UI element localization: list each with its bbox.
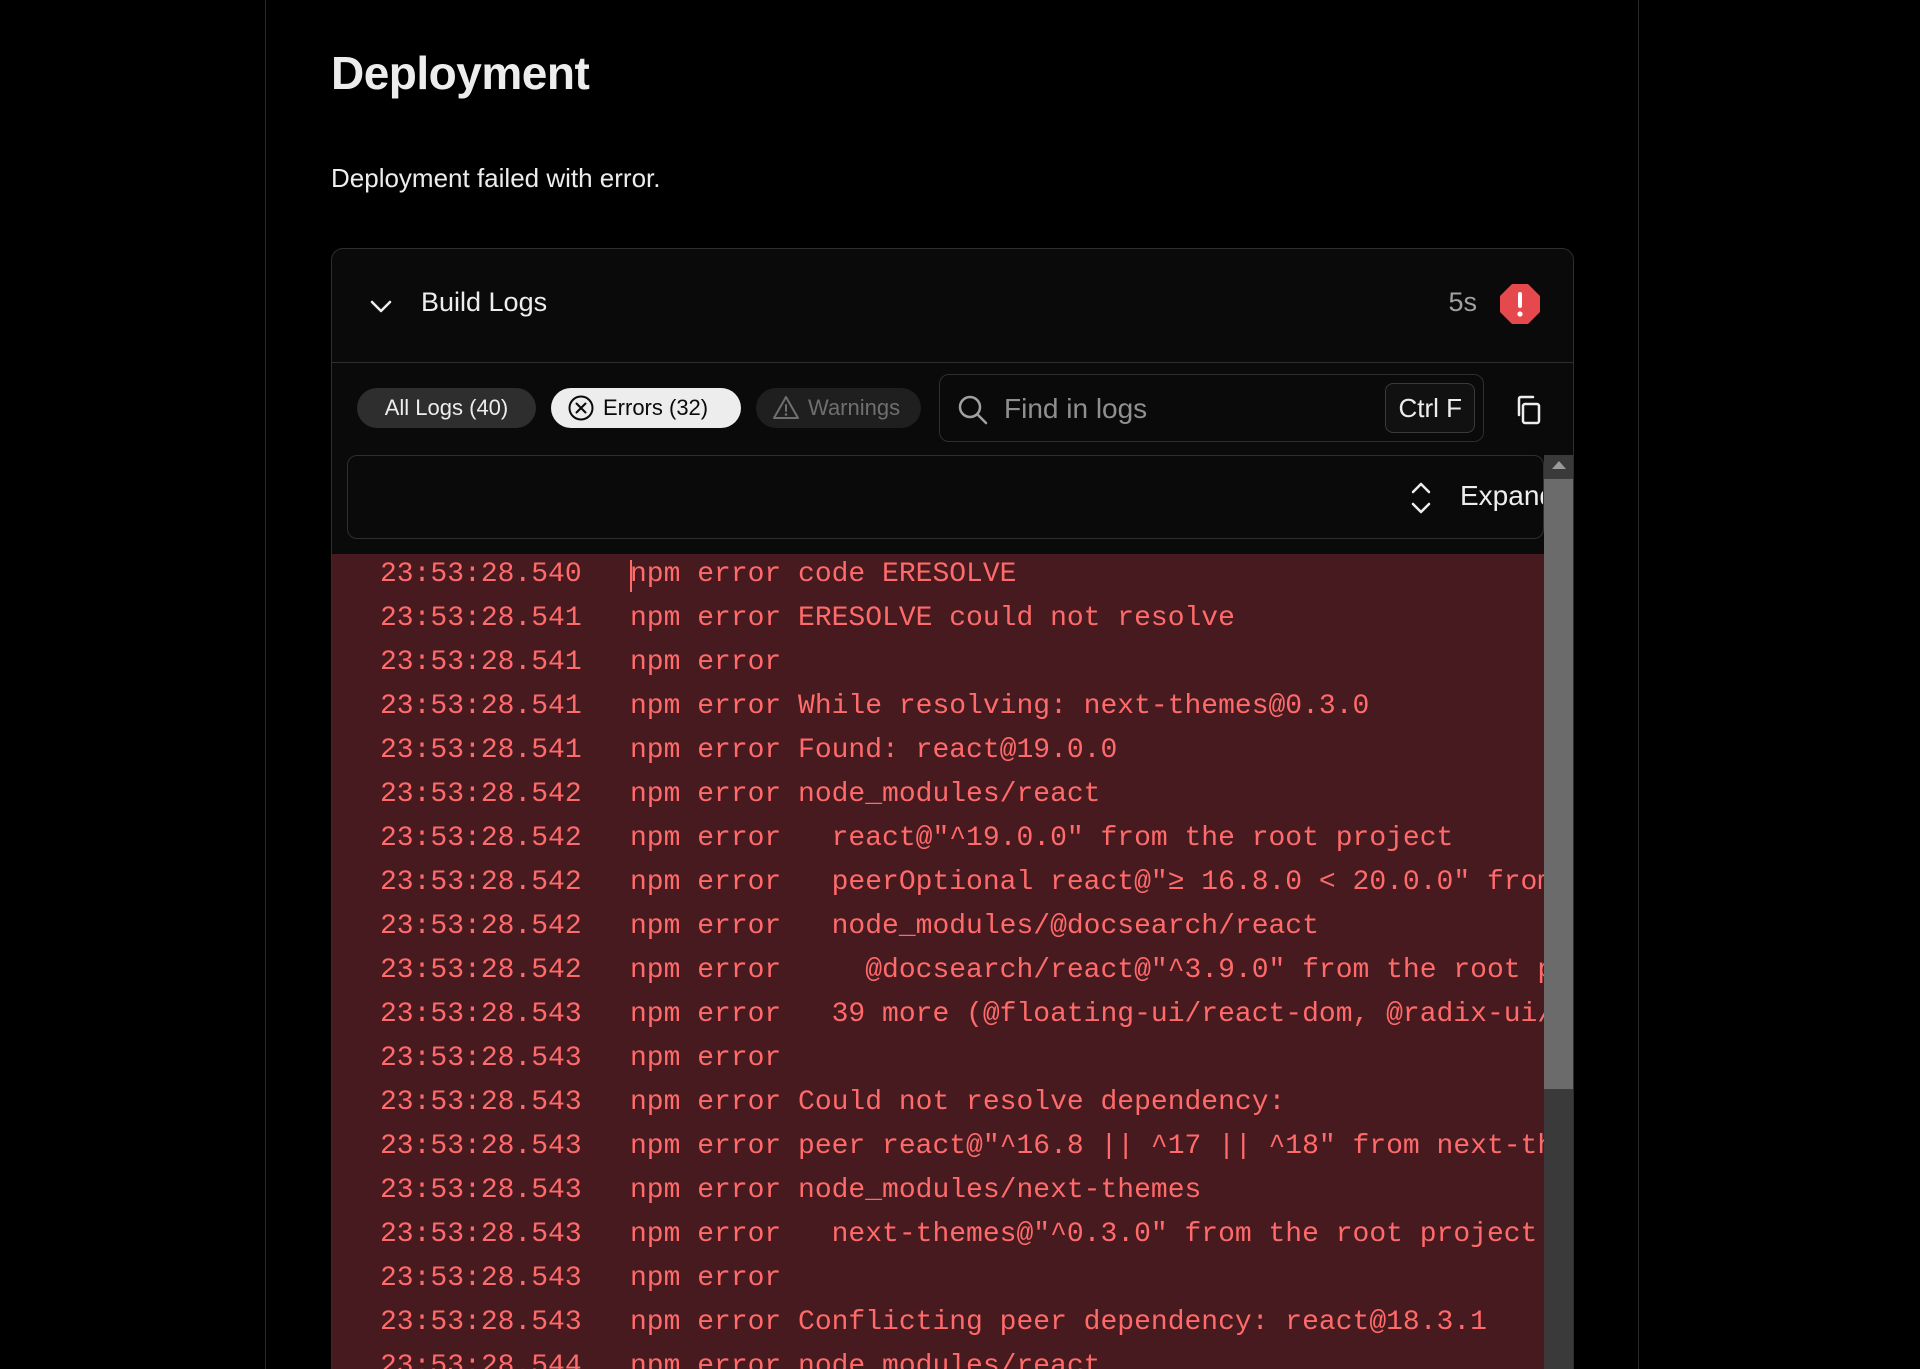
search-icon [958,395,988,425]
log-timestamp: 23:53:28.543 [380,1087,582,1118]
copy-icon[interactable] [1512,393,1546,427]
logs-toolbar: All Logs (40) Errors (32) Warnings Find … [332,363,1573,457]
log-output: 23:53:28.540 npm error code ERESOLVE 23:53… [332,554,1544,1369]
chevron-down-icon[interactable] [366,291,396,321]
scroll-up-arrow-icon[interactable] [1552,461,1566,469]
build-logs-header[interactable]: Build Logs 5s [332,249,1573,363]
log-row: 23:53:28.542 npm error peerOptional react… [332,862,1544,906]
log-scrollbar[interactable] [1544,455,1573,1369]
log-row: 23:53:28.542 npm error react@"^19.0.0" fr… [332,818,1544,862]
log-message: npm error code ERESOLVE [630,559,1017,590]
warning-triangle-icon [773,396,799,419]
filter-errors[interactable]: Errors (32) [551,388,741,428]
log-message: npm error Found: react@19.0.0 [630,735,1118,766]
log-timestamp: 23:53:28.543 [380,1307,582,1338]
log-row: 23:53:28.541 npm error Found: react@19.0.… [332,730,1544,774]
log-timestamp: 23:53:28.541 [380,691,582,722]
log-timestamp: 23:53:28.543 [380,1175,582,1206]
text-cursor [630,560,632,592]
log-message: npm error Conflicting peer dependency: r… [630,1307,1487,1338]
log-timestamp: 23:53:28.541 [380,647,582,678]
log-timestamp: 23:53:28.543 [380,1043,582,1074]
log-row: 23:53:28.541 npm error While resolving: n… [332,686,1544,730]
build-logs-panel: Build Logs 5s All Logs (40) Errors (32) [331,248,1574,1369]
log-message: npm error node_modules/react [630,1351,1101,1369]
log-timestamp: 23:53:28.541 [380,735,582,766]
log-message: npm error While resolving: next-themes@0… [630,691,1370,722]
search-shortcut-badge: Ctrl F [1385,383,1475,433]
log-message: npm error [630,647,782,678]
log-message: npm error 39 more (@floating-ui/react-do… [630,999,1544,1030]
scrollbar-thumb[interactable] [1544,479,1573,1089]
log-timestamp: 23:53:28.543 [380,1263,582,1294]
build-logs-title: Build Logs [421,287,548,317]
log-message: npm error peerOptional react@"≥ 16.8.0 <… [630,867,1544,898]
build-duration: 5s [1448,287,1477,317]
log-row: 23:53:28.544 npm error node_modules/react [332,1346,1544,1369]
log-timestamp: 23:53:28.542 [380,823,582,854]
circle-x-icon [568,395,594,421]
log-row: 23:53:28.541 npm error ERESOLVE could not… [332,598,1544,642]
deployment-status-text: Deployment failed with error. [331,163,661,193]
chevrons-up-down-icon [1411,482,1431,514]
log-row: 23:53:28.543 npm error next-themes@"^0.3.… [332,1214,1544,1258]
log-timestamp: 23:53:28.542 [380,911,582,942]
log-timestamp: 23:53:28.540 [380,559,582,590]
log-message: npm error ERESOLVE could not resolve [630,603,1235,634]
log-row: 23:53:28.542 npm error node_modules/react [332,774,1544,818]
log-message: npm error node_modules/react [630,779,1101,810]
log-timestamp: 23:53:28.543 [380,1219,582,1250]
expand-label: Expand [1460,480,1543,511]
search-input[interactable] [1004,389,1344,429]
log-message: npm error next-themes@"^0.3.0" from the … [630,1219,1538,1250]
filter-all-label: All Logs (40) [384,395,509,420]
log-message: npm error [630,1043,782,1074]
page-title: Deployment [331,47,590,99]
log-message: npm error peer react@"^16.8 || ^17 || ^1… [630,1131,1544,1162]
filter-warnings-label: Warnings [808,395,901,420]
log-message: npm error [630,1263,782,1294]
log-timestamp: 23:53:28.542 [380,779,582,810]
log-message: npm error node_modules/@docsearch/react [630,911,1319,942]
log-timestamp: 23:53:28.543 [380,999,582,1030]
log-message: npm error node_modules/next-themes [630,1175,1202,1206]
error-octagon-icon [1500,284,1540,324]
log-row: 23:53:28.543 npm error node_modules/next-… [332,1170,1544,1214]
filter-warnings[interactable]: Warnings [756,388,921,428]
log-row: 23:53:28.543 npm error Conflicting peer d… [332,1302,1544,1346]
log-row: 23:53:28.543 npm error Could not resolve … [332,1082,1544,1126]
log-message: npm error @docsearch/react@"^3.9.0" from… [630,955,1544,986]
log-row: 23:53:28.542 npm error @docsearch/react@"… [332,950,1544,994]
log-row: 23:53:28.543 npm error [332,1258,1544,1302]
log-row: 23:53:28.543 npm error 39 more (@floating… [332,994,1544,1038]
log-row: 23:53:28.542 npm error node_modules/@docs… [332,906,1544,950]
log-timestamp: 23:53:28.543 [380,1131,582,1162]
log-row: 23:53:28.540 npm error code ERESOLVE [332,554,1544,598]
log-search[interactable]: Ctrl F [939,374,1484,442]
log-message: npm error react@"^19.0.0" from the root … [630,823,1454,854]
log-timestamp: 23:53:28.542 [380,867,582,898]
log-timestamp: 23:53:28.541 [380,603,582,634]
filter-errors-label: Errors (32) [603,395,709,420]
log-row: 23:53:28.541 npm error [332,642,1544,686]
expand-bar[interactable]: Expand [347,455,1544,539]
log-message: npm error Could not resolve dependency: [630,1087,1286,1118]
log-row: 23:53:28.543 npm error [332,1038,1544,1082]
log-timestamp: 23:53:28.542 [380,955,582,986]
log-row: 23:53:28.543 npm error peer react@"^16.8 … [332,1126,1544,1170]
log-timestamp: 23:53:28.544 [380,1351,582,1369]
filter-all-logs[interactable]: All Logs (40) [357,388,536,428]
